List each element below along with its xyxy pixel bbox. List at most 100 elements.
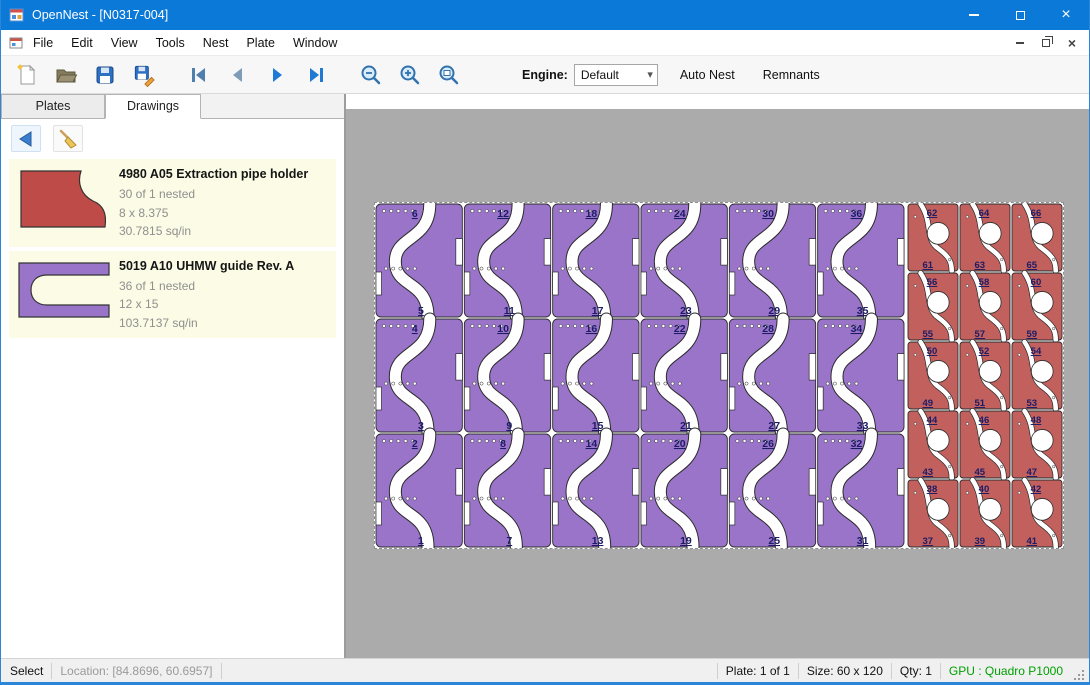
mdi-restore-button[interactable] [1035,33,1057,53]
maximize-button[interactable] [997,0,1043,30]
resize-grip[interactable] [1073,669,1086,682]
plate-svg[interactable]: 6512111817242330293635431091615222128273… [375,203,1063,548]
drill-hole [838,439,841,442]
menu-window[interactable]: Window [284,30,346,56]
nested-part-pair[interactable]: 1615 [553,319,639,432]
part-number: 66 [1031,208,1042,219]
minimize-button[interactable] [951,0,997,30]
nested-part-pair[interactable]: 43 [376,319,462,432]
nested-part-pair[interactable]: 5049 [908,342,958,409]
new-button[interactable] [11,60,43,90]
menu-tools[interactable]: Tools [147,30,194,56]
nested-part-pair[interactable]: 1413 [553,434,639,547]
menu-file[interactable]: File [24,30,62,56]
nested-part-pair[interactable]: 6059 [1012,273,1062,340]
drill-hole [399,382,402,385]
part-number: 52 [979,346,990,357]
drill-hole [914,216,917,219]
menu-nest[interactable]: Nest [194,30,238,56]
last-plate-button[interactable] [300,60,332,90]
zoom-out-button[interactable] [355,60,387,90]
nested-part-pair[interactable]: 6665 [1012,204,1062,271]
menu-view[interactable]: View [102,30,147,56]
engine-select[interactable]: Default ▾ [574,64,658,86]
drill-hole [583,267,586,270]
nested-part-pair[interactable]: 4241 [1012,480,1062,547]
close-button[interactable]: × [1043,0,1089,30]
nested-part-pair[interactable]: 2423 [641,204,727,317]
mdi-close-button[interactable]: × [1061,33,1083,53]
nested-part-pair[interactable]: 2221 [641,319,727,432]
drill-hole [914,354,917,357]
nested-part-pair[interactable]: 5655 [908,273,958,340]
nested-part-pair[interactable]: 5453 [1012,342,1062,409]
first-plate-button[interactable] [183,60,215,90]
import-drawing-button[interactable] [11,125,41,152]
previous-arrow-icon [226,63,250,87]
nested-part-pair[interactable]: 1211 [464,204,550,317]
nested-part-pair[interactable]: 3433 [818,319,904,432]
nested-part-pair[interactable]: 109 [464,319,550,432]
nested-part-pair[interactable]: 3231 [818,434,904,547]
drill-hole [581,209,584,212]
drill-hole [752,267,755,270]
next-plate-button[interactable] [261,60,293,90]
previous-plate-button[interactable] [222,60,254,90]
drill-hole [831,209,834,212]
titlebar: OpenNest - [N0317-004] × [1,0,1089,30]
drill-hole [382,209,385,212]
save-button[interactable] [89,60,121,90]
nested-part-pair[interactable]: 3029 [729,204,815,317]
remnants-button[interactable]: Remnants [757,64,826,86]
nested-part-pair[interactable]: 4645 [960,411,1010,478]
main-area: Plates Drawings 4980 A [1,94,1089,658]
nested-part-pair[interactable]: 6261 [908,204,958,271]
part-number: 9 [506,420,512,432]
nest-canvas[interactable]: 6512111817242330293635431091615222128273… [346,94,1089,658]
drill-hole [502,267,505,270]
status-qty: Qty: 1 [900,664,932,678]
nested-part-pair[interactable]: 4039 [960,480,1010,547]
drill-hole [583,382,586,385]
zoom-in-button[interactable] [394,60,426,90]
drill-hole [855,497,858,500]
part-number: 48 [1031,415,1042,426]
part-info: 4980 A05 Extraction pipe holder 30 of 1 … [115,165,332,241]
nested-part-pair[interactable]: 21 [376,434,462,547]
drill-hole [382,439,385,442]
save-as-button[interactable] [128,60,160,90]
drill-hole [767,497,770,500]
clear-drawings-button[interactable] [53,125,83,152]
nested-part-pair[interactable]: 87 [464,434,550,547]
mdi-minimize-button[interactable] [1009,33,1031,53]
nested-part-pair[interactable]: 6463 [960,204,1010,271]
nested-part-pair[interactable]: 3837 [908,480,958,547]
menu-plate[interactable]: Plate [237,30,284,56]
part-number: 14 [586,438,598,450]
open-button[interactable] [50,60,82,90]
drill-hole [657,382,660,385]
nested-part-pair[interactable]: 2625 [729,434,815,547]
part-list-item[interactable]: 4980 A05 Extraction pipe holder 30 of 1 … [9,159,336,247]
tab-drawings[interactable]: Drawings [105,94,201,119]
tab-plates[interactable]: Plates [1,94,105,118]
drill-hole [397,439,400,442]
nested-part-pair[interactable]: 5857 [960,273,1010,340]
drill-hole [966,285,969,288]
part-list-item[interactable]: 5019 A10 UHMW guide Rev. A 36 of 1 neste… [9,251,336,339]
nested-part-pair[interactable]: 4847 [1012,411,1062,478]
part-number: 63 [975,260,986,271]
nested-part-pair[interactable]: 4443 [908,411,958,478]
plate[interactable]: 6512111817242330293635431091615222128273… [374,202,1064,549]
auto-nest-button[interactable]: Auto Nest [674,64,741,86]
nested-part-pair[interactable]: 5251 [960,342,1010,409]
drill-hole [824,209,827,212]
menu-edit[interactable]: Edit [62,30,102,56]
nested-part-pair[interactable]: 1817 [553,204,639,317]
nested-part-pair[interactable]: 3635 [818,204,904,317]
nested-part-pair[interactable]: 2827 [729,319,815,432]
zoom-fit-button[interactable] [433,60,465,90]
drill-hole [1000,534,1003,537]
nested-part-pair[interactable]: 2019 [641,434,727,547]
nested-part-pair[interactable]: 65 [376,204,462,317]
